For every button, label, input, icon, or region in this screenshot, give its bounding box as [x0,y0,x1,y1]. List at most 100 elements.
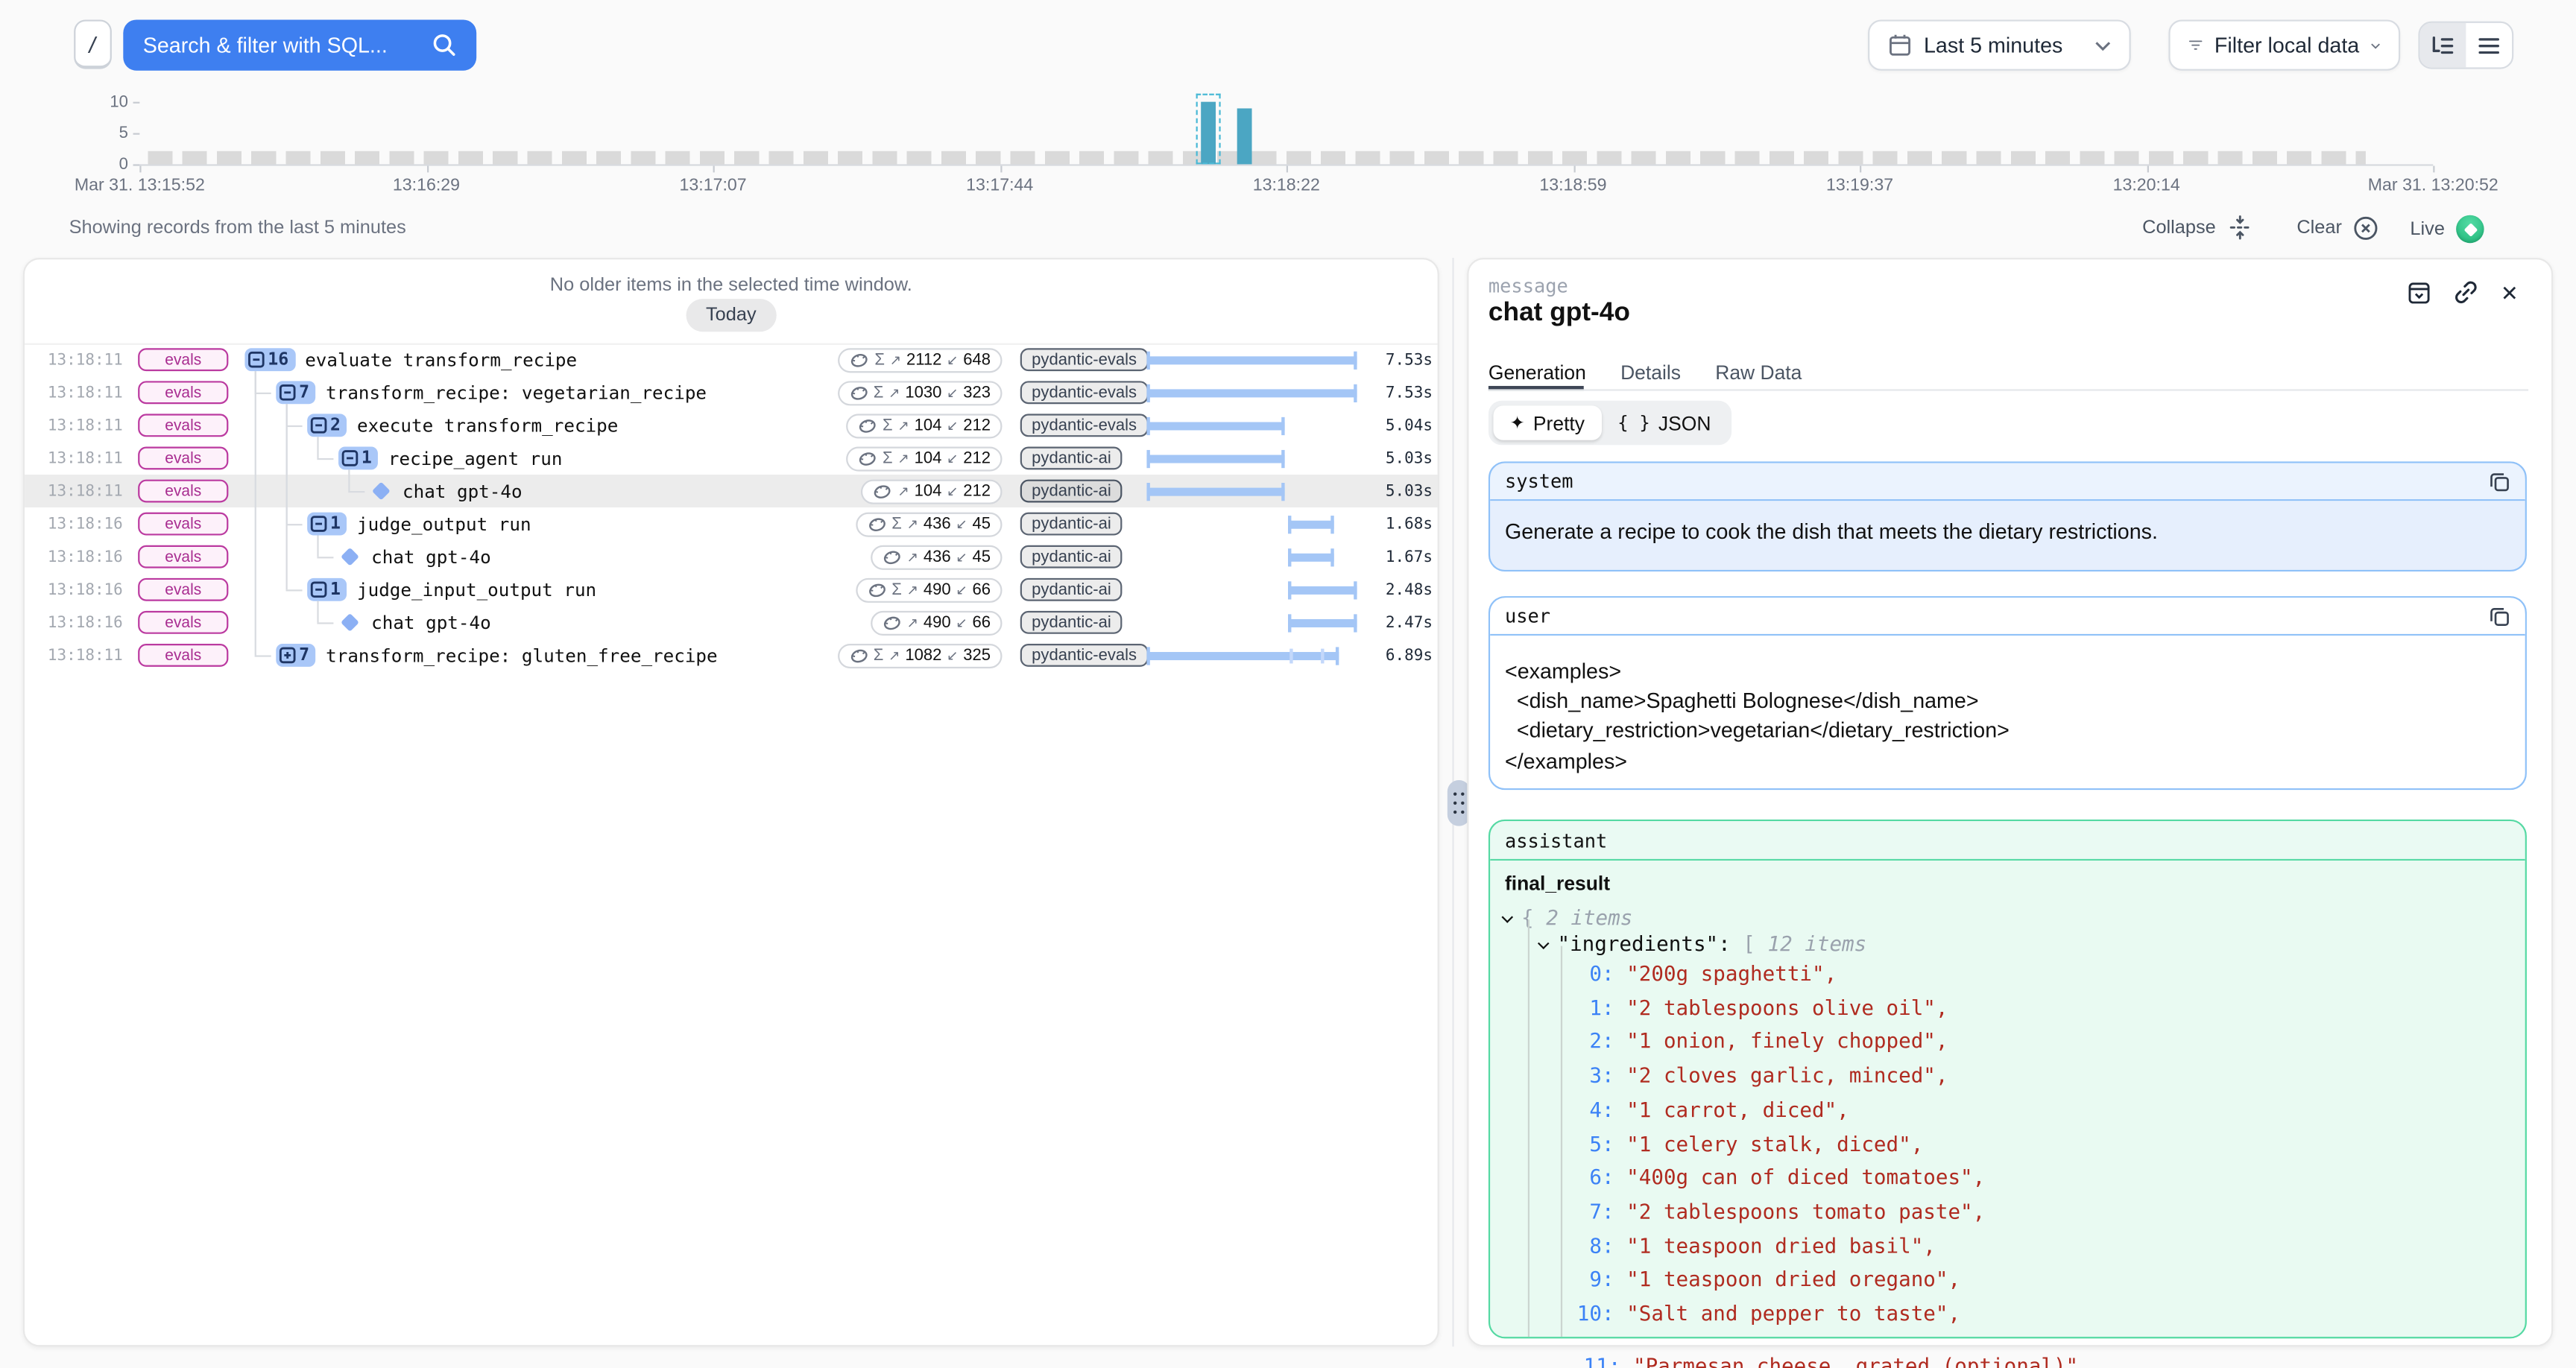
tokens-coin-icon [858,417,877,434]
trace-row[interactable]: 13:18:11evals1recipe_agent runΣ↗104↙212p… [25,442,1438,475]
filter-local-data-dropdown[interactable]: Filter local data [2168,19,2400,70]
span-name: judge_output run [357,513,531,535]
time-range-dropdown[interactable]: Last 5 minutes [1868,19,2131,70]
copy-button[interactable] [2489,470,2510,492]
collapse-toggle-pill[interactable]: 2 [307,414,347,437]
calendar-icon [1888,33,1913,57]
search-placeholder: Search & filter with SQL... [143,33,388,57]
trace-rows-container: 13:18:11evals16evaluate transform_recipe… [25,259,1438,1345]
tree-connector [317,557,333,558]
y-axis-tick-label: 5 [79,124,128,142]
collapse-icon [2227,215,2252,240]
token-usage-badge: Σ↗2112↙648 [839,347,1003,372]
json-toggle-button[interactable]: { } JSON [1601,411,1727,434]
live-toggle[interactable]: Live [2410,215,2484,243]
json-array-item: 8: "1 teaspoon dried basil", [1500,1229,2525,1264]
y-axis-tick [133,102,140,104]
scope-tag: pydantic-evals [1020,381,1149,404]
trace-row[interactable]: 13:18:11evals7transform_recipe: vegetari… [25,376,1438,409]
json-root-line: { 2 items [1500,905,2525,931]
tab-generation[interactable]: Generation [1489,361,1586,384]
tree-view-button[interactable] [2420,23,2466,68]
records-histogram: 1050Mar 31. 13:15:5213:16:2913:17:0713:1… [0,90,2576,198]
evals-badge: evals [138,578,228,601]
trace-row[interactable]: 13:18:11evals2execute transform_recipeΣ↗… [25,409,1438,442]
tab-raw-data[interactable]: Raw Data [1715,361,1802,384]
copy-link-icon[interactable] [2453,279,2479,305]
tab-details[interactable]: Details [1620,361,1681,384]
duration-label: 1.68s [1386,516,1433,533]
duration-bar-tick [1322,648,1325,663]
json-index: 4 [1576,1094,1602,1128]
duration-bar [1287,521,1334,528]
histogram-bar[interactable] [1237,108,1252,164]
tabbar-border [1489,389,2528,390]
pretty-label: Pretty [1533,411,1585,434]
duration-bar [1146,652,1339,659]
duration-bar [1146,455,1285,463]
search-input[interactable]: Search & filter with SQL... [123,19,476,70]
collapse-toggle-pill[interactable]: 1 [307,513,347,536]
pretty-toggle-button[interactable]: ✦ Pretty [1494,405,1602,440]
duration-label: 6.89s [1386,647,1433,665]
y-axis-tick-label: 0 [79,155,128,173]
tokens-coin-icon [849,646,868,664]
evals-badge: evals [138,644,228,667]
list-view-button[interactable] [2466,23,2512,68]
duration-bar [1146,356,1357,364]
json-array-item: 5: "1 celery stalk, diced", [1500,1127,2525,1162]
trace-row[interactable]: 13:18:11evalschat gpt-4o↗104↙212pydantic… [25,475,1438,507]
json-index: 1 [1576,992,1602,1026]
evals-badge: evals [138,381,228,404]
duration-waterfall-track [1146,475,1357,507]
dock-panel-icon[interactable] [2407,280,2431,305]
row-tree-cell: 7transform_recipe: gluten_free_recipe [276,639,717,671]
copy-button[interactable] [2489,605,2510,627]
collapse-button[interactable]: Collapse [2142,215,2252,240]
trace-row[interactable]: 13:18:11evals16evaluate transform_recipe… [25,343,1438,376]
tree-connector [286,425,303,427]
token-usage-badge: Σ↗1030↙323 [837,380,1002,405]
collapse-toggle-pill[interactable]: 1 [338,447,379,470]
row-tree-cell: 7transform_recipe: vegetarian_recipe [276,376,707,409]
trace-row[interactable]: 13:18:16evals1judge_input_output runΣ↗49… [25,573,1438,606]
json-array-item: 6: "400g can of diced tomatoes", [1500,1162,2525,1196]
collapse-toggle-pill[interactable]: 1 [307,578,347,601]
span-name: recipe_agent run [388,448,563,469]
collapse-toggle-pill[interactable]: 16 [244,348,295,371]
root-item-count: 2 items [1546,905,1632,929]
list-view-icon [2478,35,2501,54]
collapse-caret-icon[interactable] [1501,911,1513,923]
json-index: 8 [1576,1229,1602,1264]
x-axis-tick [1860,166,1861,173]
tokens-coin-icon [882,613,901,631]
tree-connector [255,371,256,655]
detail-kind-label: message [1489,274,1568,297]
copy-icon [2489,605,2510,627]
json-array-item: 4: "1 carrot, diced", [1500,1094,2525,1128]
user-message-card: user <examples> <dish_name>Spaghetti Bol… [1489,596,2527,790]
trace-row[interactable]: 13:18:16evalschat gpt-4o↗436↙45pydantic-… [25,540,1438,573]
x-axis-label: 13:18:22 [1253,176,1320,195]
clear-button[interactable]: Clear [2296,215,2379,241]
list-item-count: 12 items [1768,931,1867,956]
x-axis-tick [2147,166,2148,173]
render-mode-toggle: ✦ Pretty { } JSON [1489,401,1732,446]
span-name: evaluate transform_recipe [305,349,577,370]
duration-label: 5.03s [1386,450,1433,468]
duration-bar [1146,422,1285,429]
collapse-toggle-pill[interactable]: 7 [276,381,316,404]
close-icon[interactable]: ✕ [2501,280,2519,305]
json-array-item: 3: "2 cloves garlic, minced", [1500,1060,2525,1094]
collapse-caret-icon[interactable] [1538,937,1550,949]
trace-row[interactable]: 13:18:16evals1judge_output runΣ↗436↙45py… [25,507,1438,540]
scope-tag: pydantic-evals [1020,644,1149,667]
token-usage-badge: ↗104↙212 [862,478,1003,503]
token-usage-badge: ↗436↙45 [871,545,1002,569]
chevron-down-icon [2094,40,2111,50]
expand-toggle-pill[interactable]: 7 [276,644,316,667]
trace-row[interactable]: 13:18:11evals7transform_recipe: gluten_f… [25,639,1438,671]
tokens-coin-icon [849,384,868,402]
trace-row[interactable]: 13:18:16evalschat gpt-4o↗490↙66pydantic-… [25,606,1438,639]
row-tree-cell: chat gpt-4o [370,475,523,507]
